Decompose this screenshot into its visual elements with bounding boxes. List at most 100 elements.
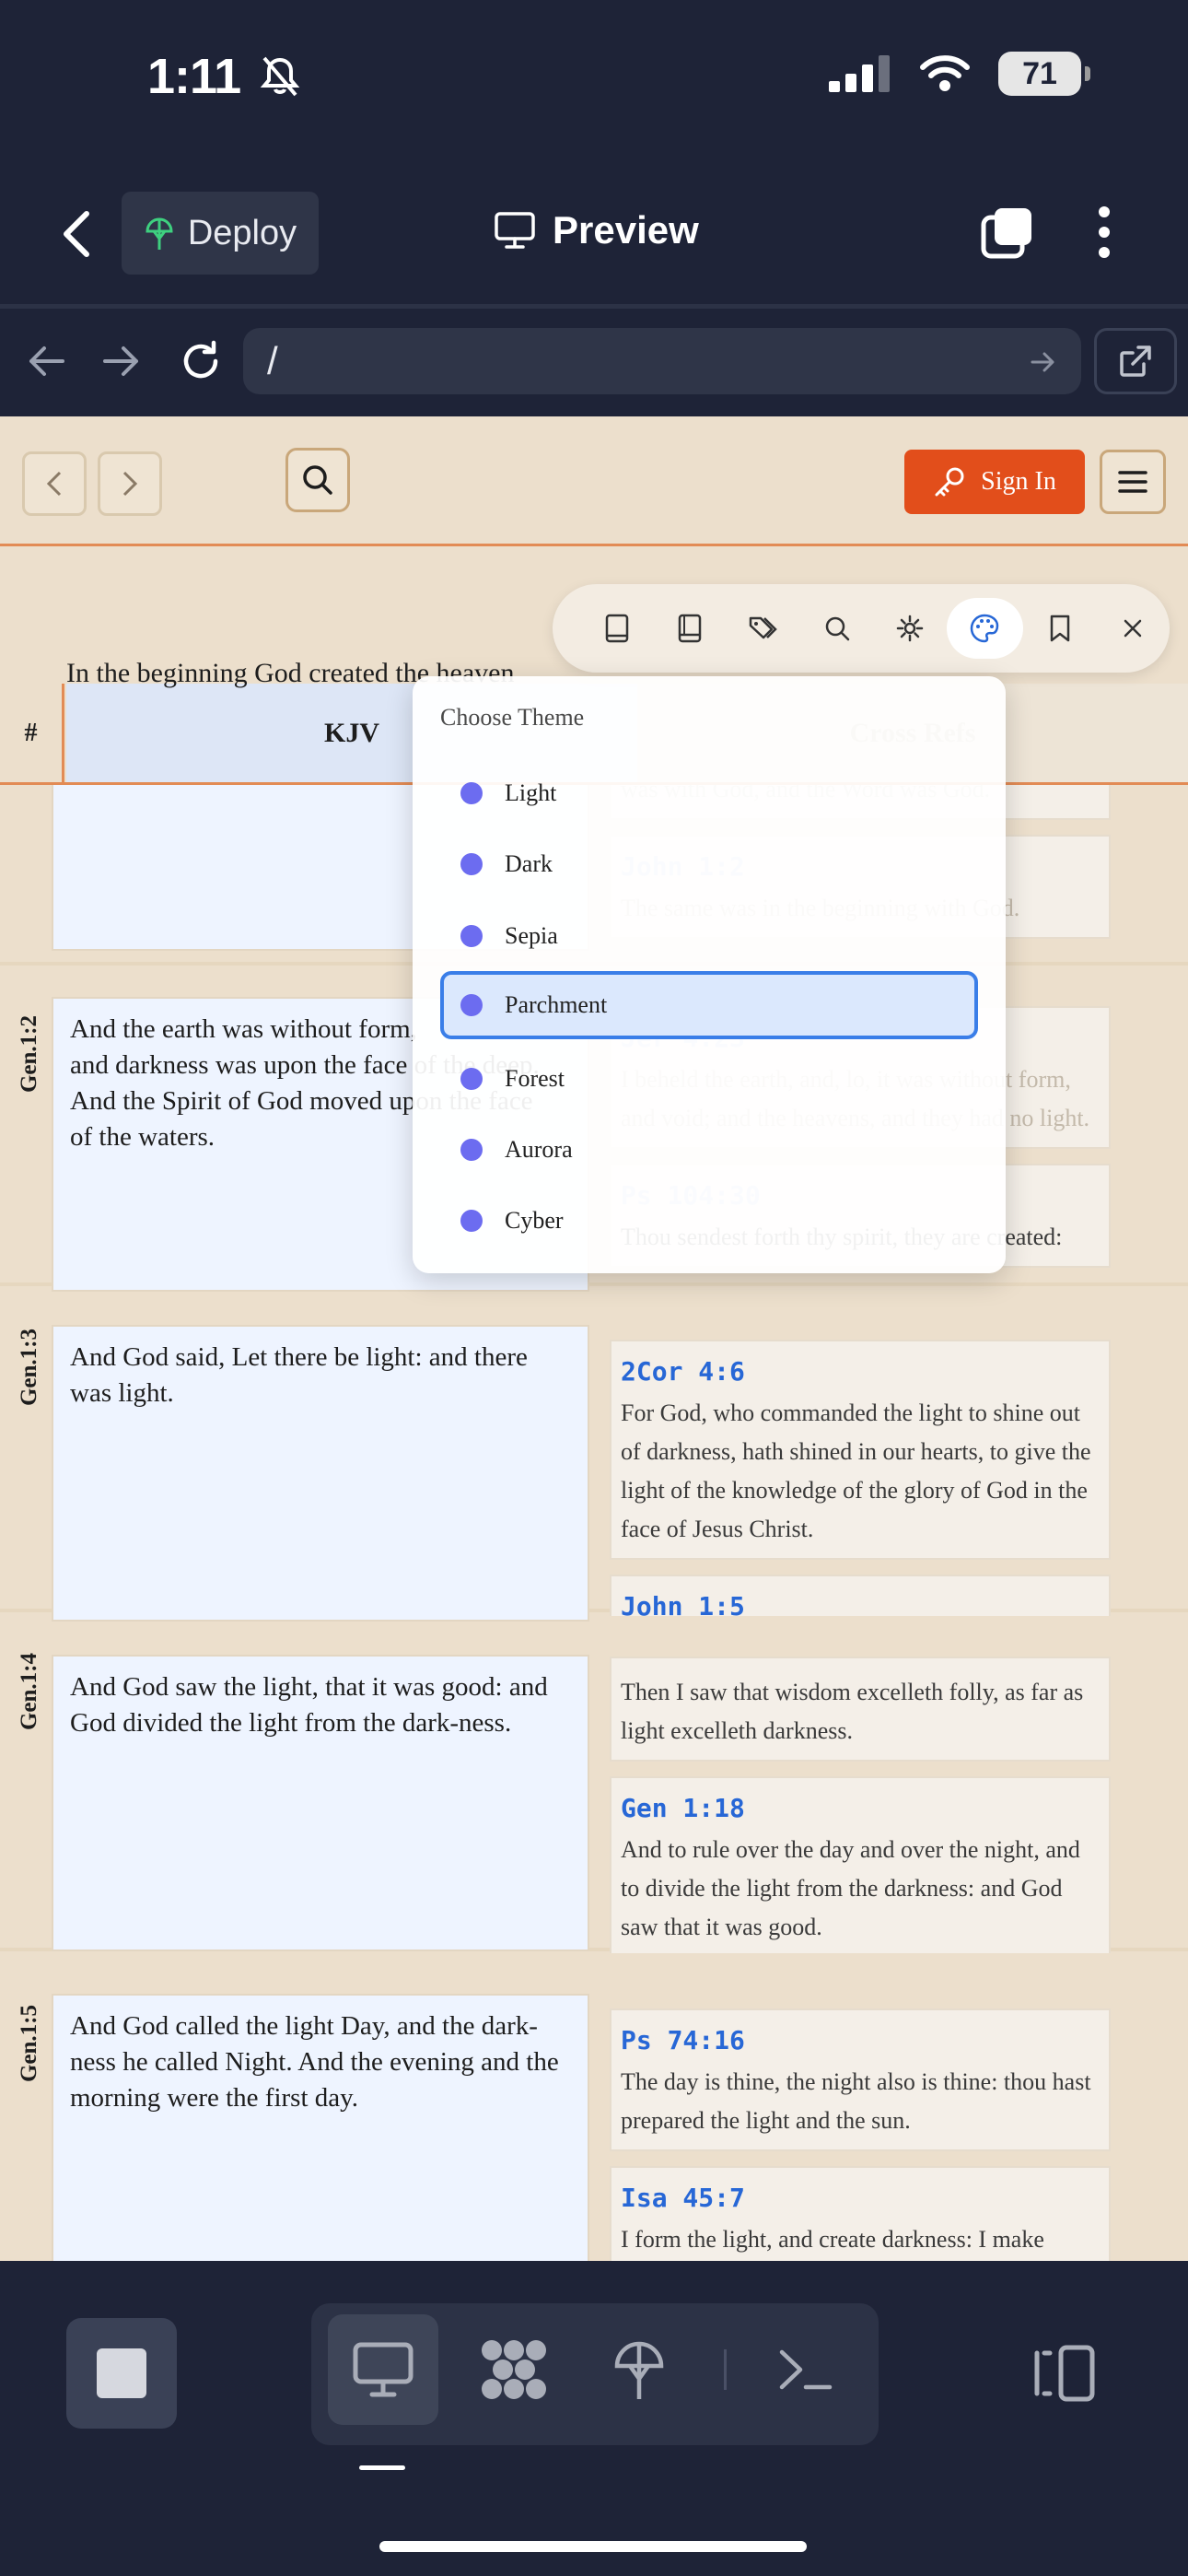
verse-text: And God called the light Day, and the da… <box>52 1994 589 2261</box>
book-open-icon <box>679 614 702 643</box>
deploy-label: Deploy <box>187 213 297 252</box>
tabs-icon <box>981 208 1031 259</box>
battery-indicator: 71 <box>998 52 1090 96</box>
bottom-tab-group <box>311 2303 879 2445</box>
url-input[interactable]: / <box>243 328 1081 394</box>
theme-option-light[interactable]: Light <box>440 759 978 827</box>
deploy-icon <box>146 217 173 250</box>
theme-dropdown: Choose Theme Light Dark Sepia Parchment … <box>413 676 1006 1273</box>
chevron-left-icon <box>64 211 89 257</box>
verse-ref: Gen.1:3 <box>17 1328 41 1407</box>
cross-ref-link[interactable]: Ps 74:16 <box>621 2025 1100 2055</box>
theme-option-parchment[interactable]: Parchment <box>440 971 978 1039</box>
stop-button[interactable] <box>66 2318 177 2429</box>
open-external-button[interactable] <box>1094 328 1177 394</box>
theme-dot-icon <box>460 994 483 1016</box>
theme-option-dark[interactable]: Dark <box>440 830 978 898</box>
deploy-button[interactable]: Deploy <box>122 192 319 275</box>
cross-ref-text: For God, who commanded the light to shin… <box>621 1399 1091 1542</box>
close-icon <box>1124 619 1142 638</box>
palette-icon <box>971 614 999 643</box>
theme-dot-icon <box>460 853 483 875</box>
theme-option-cyber[interactable]: Cyber <box>440 1187 978 1255</box>
cross-ref-card[interactable]: John 1:5 <box>610 1575 1111 1616</box>
toolbar-theme-button[interactable] <box>947 598 1023 659</box>
theme-dot-icon <box>460 1210 483 1232</box>
theme-option-aurora[interactable]: Aurora <box>440 1116 978 1184</box>
site-search-button[interactable] <box>285 448 350 512</box>
go-arrow-icon[interactable] <box>1030 348 1057 376</box>
theme-option-label: Aurora <box>505 1136 573 1163</box>
cross-ref-text: And to rule over the day and over the ni… <box>621 1836 1080 1940</box>
chevron-left-icon <box>46 471 62 497</box>
sign-in-label: Sign In <box>981 467 1056 496</box>
theme-option-label: Forest <box>505 1065 565 1092</box>
toolbar-bookmark-button[interactable] <box>1023 596 1097 661</box>
arrow-left-icon <box>29 346 64 376</box>
browser-back-button[interactable] <box>26 341 66 386</box>
tab-console[interactable] <box>750 2314 860 2425</box>
page-next-button[interactable] <box>98 451 162 516</box>
site-menu-button[interactable] <box>1100 450 1166 514</box>
cross-ref-card[interactable]: Isa 45:7 I form the light, and create da… <box>610 2166 1111 2261</box>
gear-icon <box>897 615 924 642</box>
toolbar-tags-button[interactable] <box>727 596 800 661</box>
site-nav-divider <box>0 544 1188 546</box>
toolbar-search-button[interactable] <box>800 596 874 661</box>
back-button[interactable] <box>57 208 94 260</box>
toolbar-chapter-button[interactable] <box>654 596 728 661</box>
verse-ref: Gen.1:2 <box>17 1014 41 1094</box>
monitor-icon <box>495 212 535 249</box>
tab-preview[interactable] <box>328 2314 438 2425</box>
tabs-button[interactable] <box>980 205 1035 260</box>
theme-option-label: Cyber <box>505 1207 564 1234</box>
cross-refs-column: Then I saw that wisdom excelleth folly, … <box>610 1657 1111 1953</box>
reader-toolbar <box>553 584 1170 673</box>
toolbar-settings-button[interactable] <box>874 596 948 661</box>
monitor-icon <box>353 2342 413 2397</box>
cross-ref-card[interactable]: Then I saw that wisdom excelleth folly, … <box>610 1657 1111 1762</box>
tags-icon <box>749 616 777 639</box>
cross-ref-card[interactable]: Gen 1:18 And to rule over the day and ov… <box>610 1776 1111 1953</box>
theme-option-sepia[interactable]: Sepia <box>440 902 978 970</box>
reload-icon <box>183 340 218 379</box>
silent-bell-icon <box>260 56 300 97</box>
cross-ref-link[interactable]: Isa 45:7 <box>621 2183 1100 2213</box>
url-value: / <box>267 339 278 382</box>
stop-icon <box>97 2348 146 2398</box>
theme-option-label: Light <box>505 779 557 806</box>
cross-ref-link[interactable]: 2Cor 4:6 <box>621 1356 1100 1387</box>
reload-button[interactable] <box>179 339 223 388</box>
more-options-button[interactable] <box>1090 205 1118 260</box>
external-link-icon <box>1120 345 1151 377</box>
cross-refs-column: 2Cor 4:6 For God, who commanded the ligh… <box>610 1340 1111 1616</box>
clock-text: 1:11 <box>147 49 241 104</box>
toolbar-close-button[interactable] <box>1096 596 1170 661</box>
chevron-right-icon <box>122 471 138 497</box>
tab-workspace[interactable] <box>459 2314 569 2425</box>
cross-ref-card[interactable]: 2Cor 4:6 For God, who commanded the ligh… <box>610 1340 1111 1560</box>
cross-ref-text: Then I saw that wisdom excelleth folly, … <box>621 1679 1084 1744</box>
theme-option-forest[interactable]: Forest <box>440 1045 978 1113</box>
cross-ref-text: The day is thine, the night also is thin… <box>621 2068 1091 2134</box>
page-prev-button[interactable] <box>22 451 87 516</box>
active-tab-indicator <box>359 2465 405 2470</box>
panel-toggle-icon <box>1034 2345 1095 2402</box>
bookmark-icon <box>1050 615 1069 642</box>
deploy-icon <box>614 2341 664 2399</box>
cross-ref-link[interactable]: John 1:5 <box>621 1591 1100 1616</box>
book-icon <box>605 614 629 643</box>
arrow-right-icon <box>103 346 138 376</box>
tab-deployments[interactable] <box>584 2314 694 2425</box>
sign-in-button[interactable]: Sign In <box>904 450 1085 514</box>
theme-option-label: Dark <box>505 850 553 877</box>
cross-ref-link[interactable]: Gen 1:18 <box>621 1793 1100 1823</box>
web-preview: Sign In was with God, and the Word was G… <box>0 416 1188 2261</box>
theme-option-label: Parchment <box>505 991 608 1018</box>
cross-ref-text: I form the light, and create darkness: I… <box>621 2226 1044 2253</box>
browser-forward-button[interactable] <box>101 341 142 386</box>
toggle-panel-button[interactable] <box>1031 2344 1098 2410</box>
cross-ref-card[interactable]: Ps 74:16 The day is thine, the night als… <box>610 2008 1111 2151</box>
toolbar-book-button[interactable] <box>580 596 654 661</box>
theme-dot-icon <box>460 1139 483 1161</box>
